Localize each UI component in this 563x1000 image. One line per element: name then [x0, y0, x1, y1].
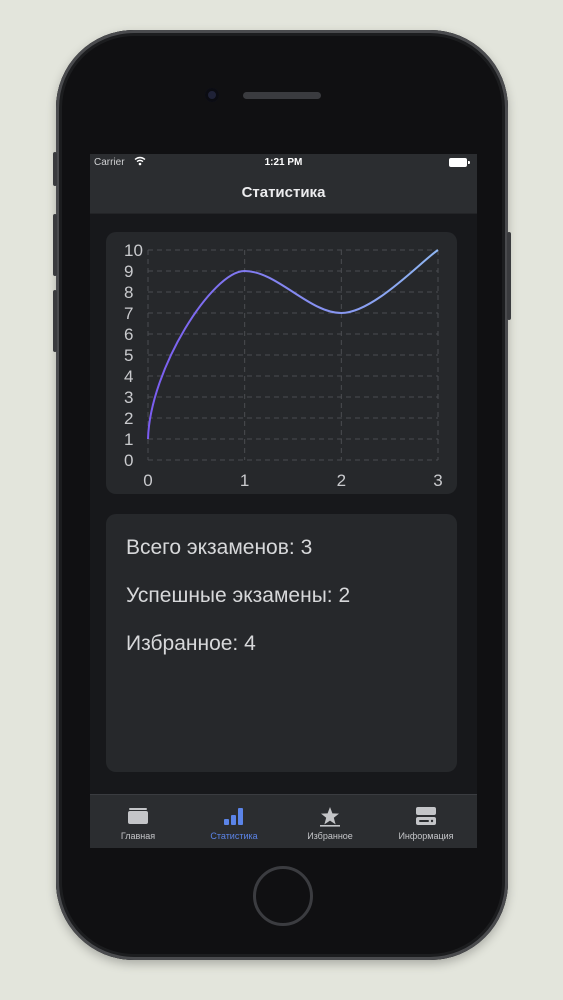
- x-tick-label: 3: [433, 471, 442, 490]
- bar-chart-icon: [223, 805, 245, 827]
- y-tick-label: 0: [124, 451, 133, 470]
- cards-icon: [127, 805, 149, 827]
- tab-favorites-label: Избранное: [307, 831, 353, 841]
- home-button[interactable]: [253, 866, 313, 926]
- volume-up-button: [53, 214, 57, 276]
- tab-home-label: Главная: [120, 831, 156, 841]
- y-tick-label: 2: [124, 409, 133, 428]
- y-tick-label: 9: [124, 262, 133, 281]
- stats-card: Всего экзаменов: 3 Успешные экзамены: 2 …: [106, 514, 457, 772]
- earpiece-speaker: [243, 92, 321, 99]
- status-bar: Carrier 1:21 PM: [90, 154, 477, 172]
- y-tick-label: 6: [124, 325, 133, 344]
- chart-card: 0 1 2 3 4 5 6 7 8 9 10 0 1 2 3: [106, 232, 457, 494]
- x-tick-label: 0: [143, 471, 152, 490]
- y-tick-label: 3: [124, 388, 133, 407]
- tab-info[interactable]: Информация: [378, 795, 474, 848]
- y-tick-label: 7: [124, 304, 133, 323]
- mute-switch: [53, 152, 57, 186]
- star-icon: [319, 805, 341, 827]
- navigation-bar: Статистика: [90, 172, 477, 214]
- y-tick-label: 5: [124, 346, 133, 365]
- y-tick-label: 1: [124, 430, 133, 449]
- tab-info-label: Информация: [398, 831, 454, 841]
- page-title: Статистика: [241, 184, 326, 201]
- tab-bar: Главная Статистика Избранное Информация: [90, 794, 477, 848]
- x-tick-label: 2: [337, 471, 346, 490]
- battery-icon: [449, 158, 470, 167]
- chart-series-line: [147, 249, 439, 440]
- y-tick-label: 10: [124, 241, 143, 260]
- volume-down-button: [53, 290, 57, 352]
- y-tick-label: 4: [124, 367, 133, 386]
- power-button: [507, 232, 511, 320]
- tab-statistics-label: Статистика: [210, 831, 258, 841]
- passed-exams-label: Успешные экзамены: 2: [126, 584, 351, 607]
- tab-home[interactable]: Главная: [90, 795, 186, 848]
- tab-statistics[interactable]: Статистика: [186, 795, 282, 848]
- total-exams-label: Всего экзаменов: 3: [126, 536, 313, 559]
- status-time: 1:21 PM: [264, 157, 303, 168]
- app-screen: Carrier 1:21 PM Статистика 0 1 2 3 4 5 6 7 8 9 10 0…: [90, 154, 477, 848]
- tab-favorites[interactable]: Избранное: [282, 795, 378, 848]
- favorites-count-label: Избранное: 4: [126, 632, 256, 655]
- y-tick-label: 8: [124, 283, 133, 302]
- line-chart: 0 1 2 3 4 5 6 7 8 9 10 0 1 2 3: [124, 241, 443, 490]
- info-box-icon: [415, 805, 437, 827]
- x-tick-label: 1: [240, 471, 249, 490]
- front-camera: [205, 88, 219, 102]
